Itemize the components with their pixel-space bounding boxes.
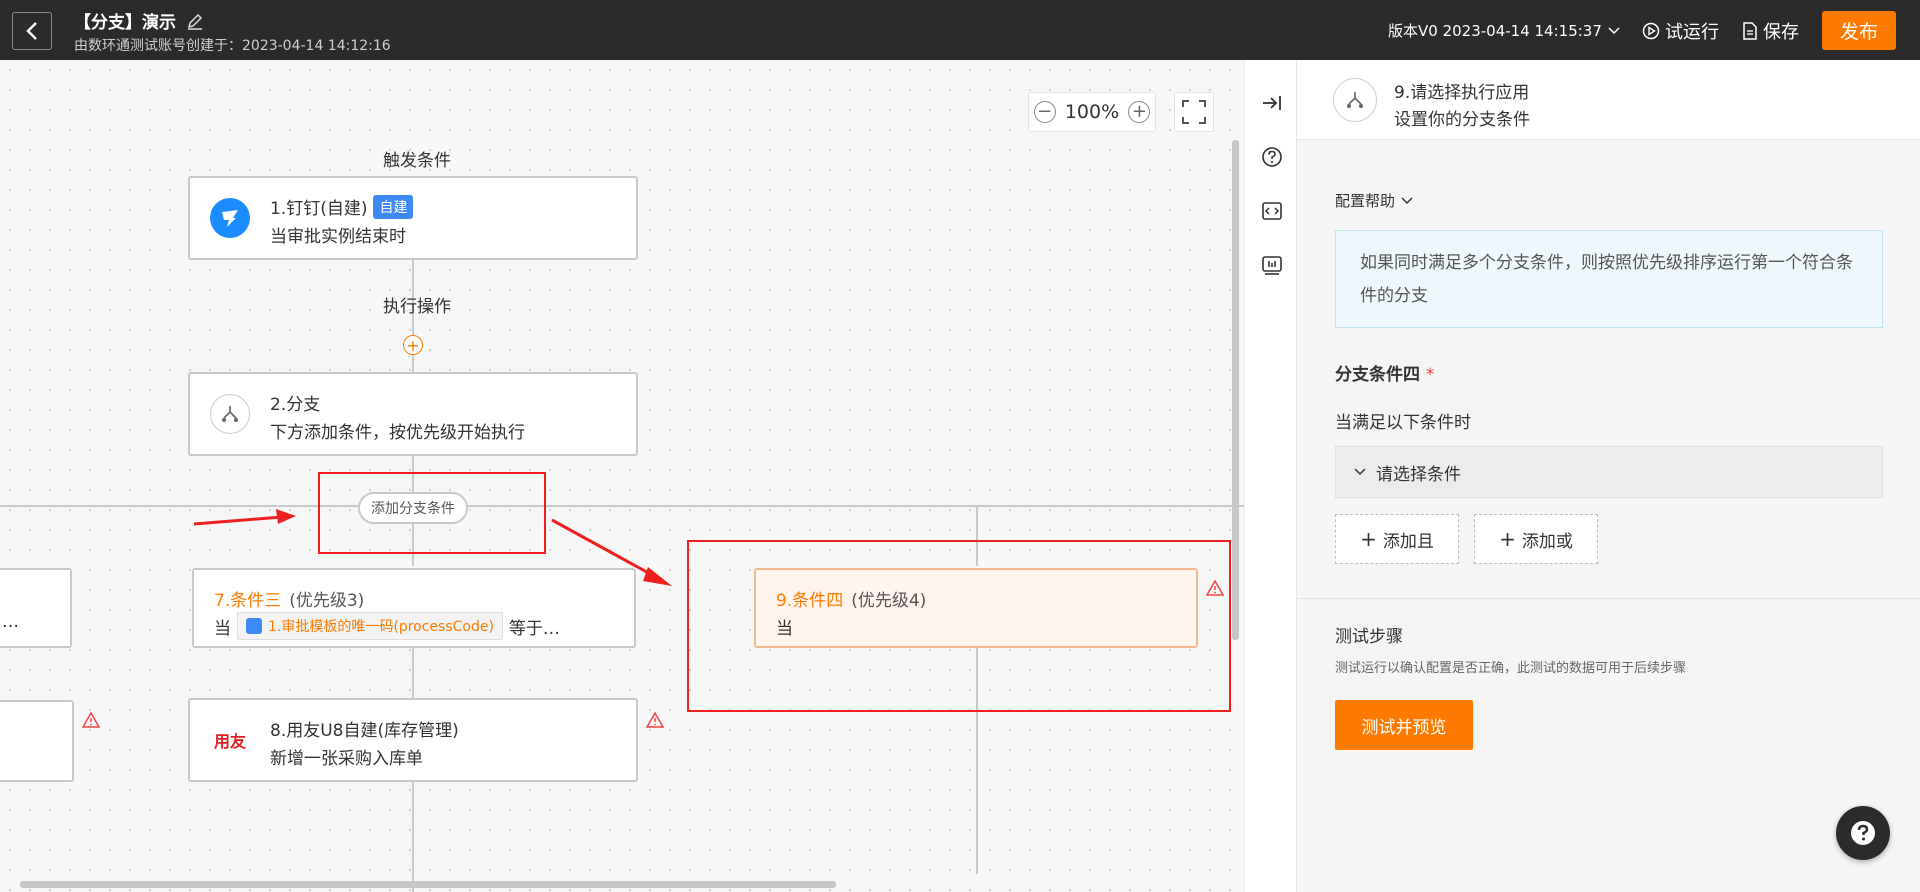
question-circle-icon	[1851, 821, 1875, 845]
add-and-button[interactable]: + 添加且	[1335, 514, 1459, 564]
question-circle-icon	[1262, 147, 1282, 167]
collapse-right-icon	[1263, 96, 1281, 110]
divider	[1297, 598, 1920, 599]
chart-icon	[1262, 256, 1282, 275]
help-button[interactable]	[1259, 144, 1285, 170]
panel-title: 9.请选择执行应用	[1394, 83, 1530, 103]
arrow-annotation	[193, 509, 296, 526]
flow-canvas[interactable]: − 100% + 触发条件 1.钉钉(自建) 自建 当审批实例结束时 执行操作 …	[0, 60, 1244, 892]
condition-select[interactable]: 请选择条件	[1335, 446, 1883, 498]
document-icon	[1743, 22, 1757, 40]
section-title: 分支条件四 *	[1335, 365, 1435, 385]
play-circle-icon	[1642, 22, 1660, 40]
publish-button[interactable]: 发布	[1822, 11, 1896, 50]
plus-icon: +	[1360, 527, 1377, 551]
node-partial[interactable]	[0, 700, 74, 782]
version-select[interactable]: 版本V0 2023-04-14 14:15:37	[1388, 20, 1620, 41]
back-button[interactable]	[12, 12, 52, 50]
branch-icon	[1333, 78, 1377, 122]
support-button[interactable]	[1836, 806, 1890, 860]
add-step-button[interactable]: +	[403, 335, 423, 355]
code-button[interactable]	[1259, 198, 1285, 224]
node-yonyou[interactable]: 用友 8.用友U8自建(库存管理) 新增一张采购入库单	[188, 698, 638, 782]
highlight-box	[687, 540, 1231, 712]
test-title: 测试步骤	[1335, 627, 1403, 647]
arrow-annotation	[551, 518, 672, 586]
test-run-button[interactable]: 试运行	[1642, 18, 1719, 44]
test-preview-button[interactable]: 测试并预览	[1335, 700, 1473, 750]
collapse-panel-button[interactable]	[1259, 90, 1285, 116]
plus-icon: +	[1499, 527, 1516, 551]
page-title: 【分支】演示	[74, 8, 204, 33]
add-or-button[interactable]: + 添加或	[1474, 514, 1598, 564]
node-branch[interactable]: 2.分支 下方添加条件，按优先级开始执行	[188, 372, 638, 456]
highlight-box	[318, 472, 546, 554]
help-notice: 如果同时满足多个分支条件，则按照优先级排序运行第一个符合条件的分支	[1335, 230, 1883, 328]
top-header: 【分支】演示 由数环通测试账号创建于：2023-04-14 14:12:16 版…	[0, 0, 1920, 60]
custom-badge: 自建	[373, 194, 414, 219]
branch-icon	[210, 394, 250, 434]
condition-card-partial[interactable]: …	[0, 568, 72, 648]
chevron-left-icon	[26, 22, 37, 40]
save-button[interactable]: 保存	[1742, 18, 1799, 44]
yonyou-logo: 用友	[213, 732, 246, 751]
branch-line	[0, 505, 1244, 507]
config-panel: 9.请选择执行应用 设置你的分支条件 配置帮助 如果同时满足多个分支条件，则按照…	[1296, 60, 1920, 892]
code-icon	[1262, 202, 1282, 220]
node-dingtalk[interactable]: 1.钉钉(自建) 自建 当审批实例结束时	[188, 176, 638, 260]
action-label: 执行操作	[383, 297, 451, 317]
zoom-out-button[interactable]: −	[1033, 101, 1056, 123]
side-toolbar	[1244, 60, 1296, 892]
test-description: 测试运行以确认配置是否正确，此测试的数据可用于后续步骤	[1335, 661, 1687, 676]
panel-header: 9.请选择执行应用 设置你的分支条件	[1297, 60, 1920, 140]
warning-icon	[82, 712, 100, 728]
edit-icon[interactable]	[186, 12, 204, 30]
warning-icon	[646, 712, 664, 728]
log-button[interactable]	[1259, 252, 1285, 278]
fullscreen-button[interactable]	[1174, 92, 1214, 132]
trigger-label: 触发条件	[383, 151, 451, 171]
chevron-down-icon	[1354, 468, 1366, 476]
when-label: 当满足以下条件时	[1335, 413, 1471, 433]
fullscreen-icon	[1182, 100, 1206, 124]
connector-line	[412, 258, 414, 378]
connector-line	[412, 780, 414, 892]
config-help-toggle[interactable]: 配置帮助	[1335, 190, 1413, 211]
zoom-in-button[interactable]: +	[1128, 101, 1151, 123]
creator-info: 由数环通测试账号创建于：2023-04-14 14:12:16	[74, 38, 391, 54]
field-tag: 1.审批模板的唯一码(processCode)	[237, 612, 503, 640]
canvas-scrollbar-horizontal[interactable]	[20, 881, 836, 888]
dingtalk-icon	[246, 618, 262, 634]
chevron-down-icon	[1608, 26, 1620, 34]
zoom-control: − 100% +	[1028, 92, 1156, 132]
dingtalk-icon	[210, 198, 250, 238]
zoom-level: 100%	[1064, 101, 1120, 123]
required-mark: *	[1425, 365, 1435, 385]
canvas-scrollbar-vertical[interactable]	[1232, 140, 1239, 640]
panel-subtitle: 设置你的分支条件	[1394, 110, 1530, 130]
chevron-down-icon	[1401, 196, 1413, 204]
